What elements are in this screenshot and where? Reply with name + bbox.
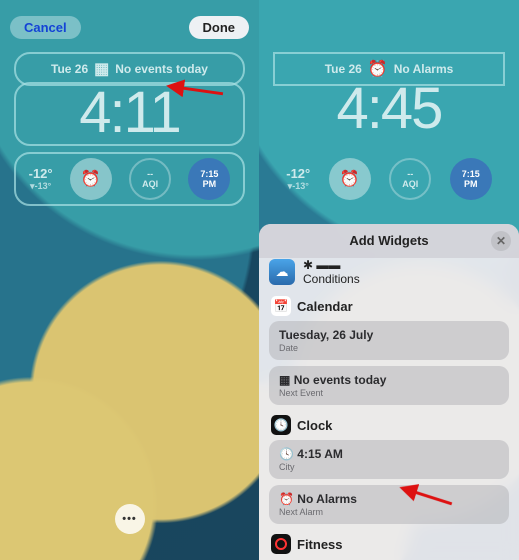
panel-body: ☁ ✱ ▬▬ Conditions 📅 Calendar Tuesday, 26… <box>259 258 519 560</box>
temp-low: -13 <box>35 181 48 191</box>
aqi-label: AQI <box>142 179 158 189</box>
calendar-app-icon: 📅 <box>271 296 291 316</box>
calendar-icon: ▦ <box>279 373 290 387</box>
alarm-icon: ⏰ <box>279 492 294 506</box>
clock-section-header: 🕓 Clock <box>271 415 507 435</box>
clock-time: 4:45 <box>273 80 505 140</box>
temp-high: -12 <box>29 166 48 181</box>
weather-label: ✱ ▬▬ <box>303 258 360 272</box>
clock-city-widget-option[interactable]: 🕓 4:15 AM City <box>269 440 509 479</box>
close-icon: ✕ <box>496 234 506 248</box>
world-clock-period: PM <box>203 179 217 189</box>
card-caption: City <box>279 462 499 472</box>
date-event-text: No events today <box>115 62 208 76</box>
clock-icon: 🕓 <box>279 447 294 461</box>
card-title: No events today <box>294 373 387 387</box>
clock-app-icon: 🕓 <box>271 415 291 435</box>
fitness-app-icon <box>271 534 291 554</box>
lockscreen-with-panel: Tue 26 ⏰ No Alarms 4:45 -12° ▾-13° ⏰ -- … <box>259 0 519 560</box>
aqi-label: AQI <box>402 179 418 189</box>
date-label: Tue 26 <box>51 62 88 76</box>
clock-time-slot[interactable]: 4:11 <box>14 82 245 146</box>
temp-unit: ° <box>47 166 52 181</box>
world-clock-period: PM <box>464 179 478 189</box>
calendar-icon: ▦ <box>94 59 109 79</box>
temp-unit: ° <box>305 166 310 181</box>
date-label: Tue 26 <box>325 62 362 76</box>
aqi-widget[interactable]: -- AQI <box>129 158 171 200</box>
panel-title: Add Widgets <box>349 233 428 248</box>
world-clock-widget[interactable]: 7:15 PM <box>188 158 230 200</box>
world-clock-time: 7:15 <box>462 169 480 179</box>
done-button[interactable]: Done <box>189 16 250 39</box>
fitness-header-text: Fitness <box>297 537 343 552</box>
world-clock-time: 7:15 <box>200 169 218 179</box>
weather-widget[interactable]: -12° ▾-13° <box>29 166 53 192</box>
clock-alarm-widget-option[interactable]: ⏰ No Alarms Next Alarm <box>269 485 509 524</box>
widgets-row: -12° ▾-13° ⏰ -- AQI 7:15 PM <box>273 152 505 206</box>
alarm-icon: ⏰ <box>340 169 360 189</box>
card-caption: Next Event <box>279 388 499 398</box>
panel-header: Add Widgets ✕ <box>259 224 519 258</box>
temp-unit: ° <box>305 181 309 191</box>
widgets-slot[interactable]: -12° ▾-13° ⏰ -- AQI 7:15 PM <box>14 152 245 206</box>
card-title: No Alarms <box>297 492 357 506</box>
lockscreen-edit: Cancel Done Tue 26 ▦ No events today 4:1… <box>0 0 259 560</box>
calendar-section-header: 📅 Calendar <box>271 296 507 316</box>
alarm-widget[interactable]: ⏰ <box>329 158 371 200</box>
weather-row[interactable]: ☁ ✱ ▬▬ Conditions <box>269 258 509 286</box>
temp-low: -13 <box>292 181 305 191</box>
calendar-event-widget-option[interactable]: ▦ No events today Next Event <box>269 366 509 405</box>
card-title: 4:15 AM <box>297 447 343 461</box>
world-clock-widget[interactable]: 7:15 PM <box>450 158 492 200</box>
alarm-widget[interactable]: ⏰ <box>70 158 112 200</box>
alarm-icon: ⏰ <box>81 169 101 189</box>
weather-app-icon: ☁ <box>269 259 295 285</box>
card-caption: Next Alarm <box>279 507 499 517</box>
close-button[interactable]: ✕ <box>491 231 511 251</box>
aqi-value: -- <box>147 169 153 179</box>
add-widgets-panel: Add Widgets ✕ ☁ ✱ ▬▬ Conditions 📅 Calend… <box>259 224 519 560</box>
temp-high: -12 <box>286 166 305 181</box>
weather-caption: Conditions <box>303 272 360 286</box>
aqi-value: -- <box>407 169 413 179</box>
weather-widget[interactable]: -12° ▾-13° <box>286 166 310 192</box>
customize-button[interactable]: ••• <box>115 504 145 534</box>
calendar-header-text: Calendar <box>297 299 353 314</box>
date-alarm-text: No Alarms <box>394 62 454 76</box>
cancel-button[interactable]: Cancel <box>10 16 81 39</box>
card-caption: Date <box>279 343 499 353</box>
fitness-section-header: Fitness <box>271 534 507 554</box>
calendar-date-widget-option[interactable]: Tuesday, 26 July Date <box>269 321 509 360</box>
card-title: Tuesday, 26 July <box>279 328 499 342</box>
temp-unit: ° <box>48 181 52 191</box>
aqi-widget[interactable]: -- AQI <box>389 158 431 200</box>
clock-header-text: Clock <box>297 418 332 433</box>
